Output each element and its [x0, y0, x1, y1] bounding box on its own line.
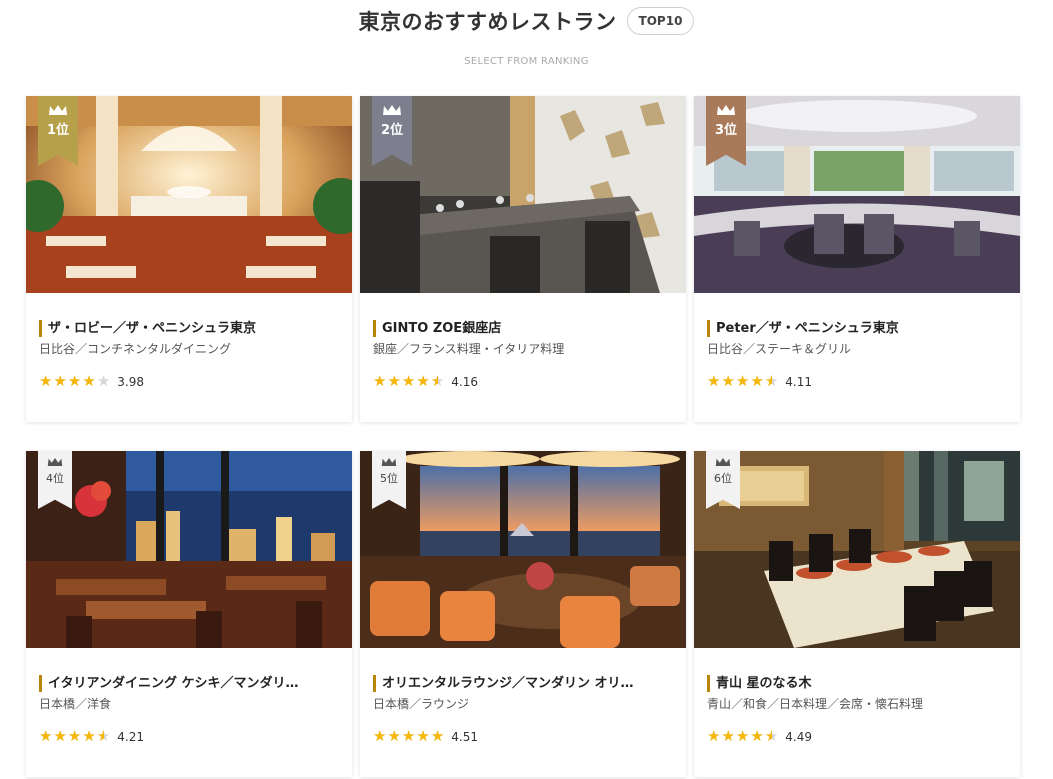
star-icon: ★★ — [67, 727, 82, 745]
crown-icon — [715, 458, 731, 466]
restaurant-area: 日比谷／コンチネンタルダイニング — [39, 342, 232, 356]
lobby-dining-photo[interactable]: 1位 — [26, 96, 352, 293]
restaurant-area: 日本橋／洋食 — [39, 697, 112, 711]
rank-label: 4位 — [46, 472, 64, 485]
star-icon: ★★ — [750, 727, 764, 745]
restaurant-area: 青山／和食／日本料理／会席・懐石料理 — [707, 697, 924, 711]
top10-badge: TOP10 — [626, 7, 695, 35]
restaurant-area: 銀座／フランス料理・イタリア料理 — [373, 342, 565, 356]
restaurant-name[interactable]: Peter／ザ・ペニンシュラ東京 — [707, 320, 1007, 337]
rank-label: 1位 — [46, 123, 70, 138]
star-rating: ★★★★★★★★★★ — [373, 374, 444, 389]
restaurant-card[interactable]: 1位 ザ・ロビー／ザ・ペニンシュラ東京 日比谷／コンチネンタルダイニング ★ ★ ★… — [26, 96, 352, 422]
page-header: 東京のおすすめレストラン TOP10 SELECT FROM RANKING — [0, 0, 1053, 80]
star-icon: ★ — [96, 372, 111, 390]
star-icon: ★★ — [721, 372, 735, 390]
card-info: オリエンタルラウンジ／マンダリン オリ… 日本橋／ラウンジ ★ ★ ★ ★ ★ ★ ★ ★ ★ ★… — [373, 675, 673, 744]
card-info: Peter／ザ・ペニンシュラ東京 日比谷／ステーキ＆グリル ★★★★★★★★★★… — [707, 320, 1007, 389]
star-icon: ★★ — [373, 372, 387, 390]
restaurant-card[interactable]: 5位 オリエンタルラウンジ／マンダリン オリ… 日本橋／ラウンジ ★ ★ ★ ★ ★ ★ ★… — [360, 451, 686, 777]
star-icon: ★★ — [430, 727, 445, 745]
lounge-photo[interactable]: 5位 — [360, 451, 686, 648]
rating-score: 4.21 — [117, 729, 144, 744]
star-icon: ★★ — [707, 727, 721, 745]
rank-label: 2位 — [380, 123, 404, 138]
star-icon: ★★ — [39, 727, 53, 745]
rating: ★ ★ ★ ★ ★ ★ ★ ★ ★ ★ 4.51 — [373, 729, 673, 744]
crown-icon — [717, 105, 735, 115]
title-row: 東京のおすすめレストラン TOP10 — [0, 6, 1053, 36]
rank-label: 5位 — [380, 472, 398, 485]
rating-score: 4.49 — [785, 729, 812, 744]
restaurant-area: 日比谷／ステーキ＆グリル — [707, 342, 852, 356]
rating-score: 3.98 — [117, 374, 144, 389]
page-title: 東京のおすすめレストラン — [358, 10, 617, 34]
card-info: イタリアンダイニング ケシキ／マンダリ… 日本橋／洋食 ★★★★★★★★★★ 4… — [39, 675, 339, 744]
star-icon: ★★ — [721, 727, 735, 745]
star-rating: ★★★★★★★★★★ — [39, 729, 110, 744]
card-info: GINTO ZOE銀座店 銀座／フランス料理・イタリア料理 ★★★★★★★★★★… — [373, 320, 673, 389]
star-icon: ★★ — [401, 727, 416, 745]
star-icon: ★★ — [750, 372, 764, 390]
restaurant-name[interactable]: オリエンタルラウンジ／マンダリン オリ… — [373, 675, 673, 692]
restaurant-name[interactable]: 青山 星のなる木 — [707, 675, 1007, 692]
star-icon: ★★ — [39, 372, 53, 390]
private-room-photo[interactable]: 6位 — [694, 451, 1020, 648]
star-rating: ★★★★★★★★★★ — [373, 729, 444, 744]
star-icon: ★★ — [82, 727, 96, 745]
star-icon: ★★ — [764, 372, 779, 390]
star-icon: ★★ — [707, 372, 721, 390]
crown-icon — [47, 458, 63, 466]
rating: ★★★★★★★★★★ 4.21 — [39, 729, 339, 744]
rank-label: 3位 — [714, 123, 738, 138]
grill-restaurant-photo[interactable]: 3位 — [694, 96, 1020, 293]
rating-score: 4.51 — [451, 729, 478, 744]
night-view-dining-photo[interactable]: 4位 — [26, 451, 352, 648]
restaurant-card[interactable]: 6位 青山 星のなる木 青山／和食／日本料理／会席・懐石料理 ★ ★ ★ ★ ★ ★ ★ ★ ★… — [694, 451, 1020, 777]
star-icon: ★★ — [82, 372, 96, 390]
star-icon: ★★ — [387, 372, 401, 390]
rank-label: 6位 — [714, 472, 732, 485]
rating: ★ ★ ★ ★ ★ ★ ★ ★ ★ 3.98 — [39, 374, 339, 389]
star-icon: ★★ — [53, 372, 67, 390]
crown-icon — [49, 105, 67, 115]
restaurant-card[interactable]: 2位 GINTO ZOE銀座店 銀座／フランス料理・イタリア料理 ★ ★ ★ ★ ★ ★ ★… — [360, 96, 686, 422]
star-icon: ★★ — [735, 727, 750, 745]
star-icon: ★★ — [416, 372, 430, 390]
rating-score: 4.11 — [785, 374, 812, 389]
rating: ★★★★★★★★★★ 4.49 — [707, 729, 1007, 744]
star-icon: ★★ — [764, 727, 779, 745]
card-info: ザ・ロビー／ザ・ペニンシュラ東京 日比谷／コンチネンタルダイニング ★ ★ ★ ★ ★ ★… — [39, 320, 339, 389]
star-icon: ★★ — [96, 727, 111, 745]
star-rating: ★★★★★★★★★★ — [707, 729, 778, 744]
restaurant-area: 日本橋／ラウンジ — [373, 697, 470, 711]
crown-icon — [381, 458, 397, 466]
star-icon: ★★ — [735, 372, 750, 390]
star-icon: ★★ — [373, 727, 387, 745]
restaurant-card[interactable]: 4位 イタリアンダイニング ケシキ／マンダリ… 日本橋／洋食 ★ ★ ★ ★ ★ ★ ★ ★ ★… — [26, 451, 352, 777]
star-icon: ★★ — [67, 372, 82, 390]
restaurant-name[interactable]: GINTO ZOE銀座店 — [373, 320, 673, 337]
rating: ★★★★★★★★★★ 4.11 — [707, 374, 1007, 389]
restaurant-name[interactable]: イタリアンダイニング ケシキ／マンダリ… — [39, 675, 339, 692]
crown-icon — [383, 105, 401, 115]
page-subtitle: SELECT FROM RANKING — [464, 56, 589, 67]
star-icon: ★★ — [416, 727, 430, 745]
star-rating: ★★★★★★★★★★ — [707, 374, 778, 389]
restaurant-name[interactable]: ザ・ロビー／ザ・ペニンシュラ東京 — [39, 320, 339, 337]
private-dining-photo[interactable]: 2位 — [360, 96, 686, 293]
star-icon: ★★ — [53, 727, 67, 745]
restaurant-card[interactable]: 3位 Peter／ザ・ペニンシュラ東京 日比谷／ステーキ＆グリル ★ ★ ★ ★ ★ ★ ★… — [694, 96, 1020, 422]
card-info: 青山 星のなる木 青山／和食／日本料理／会席・懐石料理 ★★★★★★★★★★ 4… — [707, 675, 1007, 744]
rating: ★★★★★★★★★★ 4.16 — [373, 374, 673, 389]
star-icon: ★★ — [401, 372, 416, 390]
rating-score: 4.16 — [451, 374, 478, 389]
star-rating: ★ ★ ★ ★ ★ ★ ★ ★ ★ — [39, 374, 110, 389]
star-icon: ★★ — [430, 372, 445, 390]
star-icon: ★★ — [387, 727, 401, 745]
